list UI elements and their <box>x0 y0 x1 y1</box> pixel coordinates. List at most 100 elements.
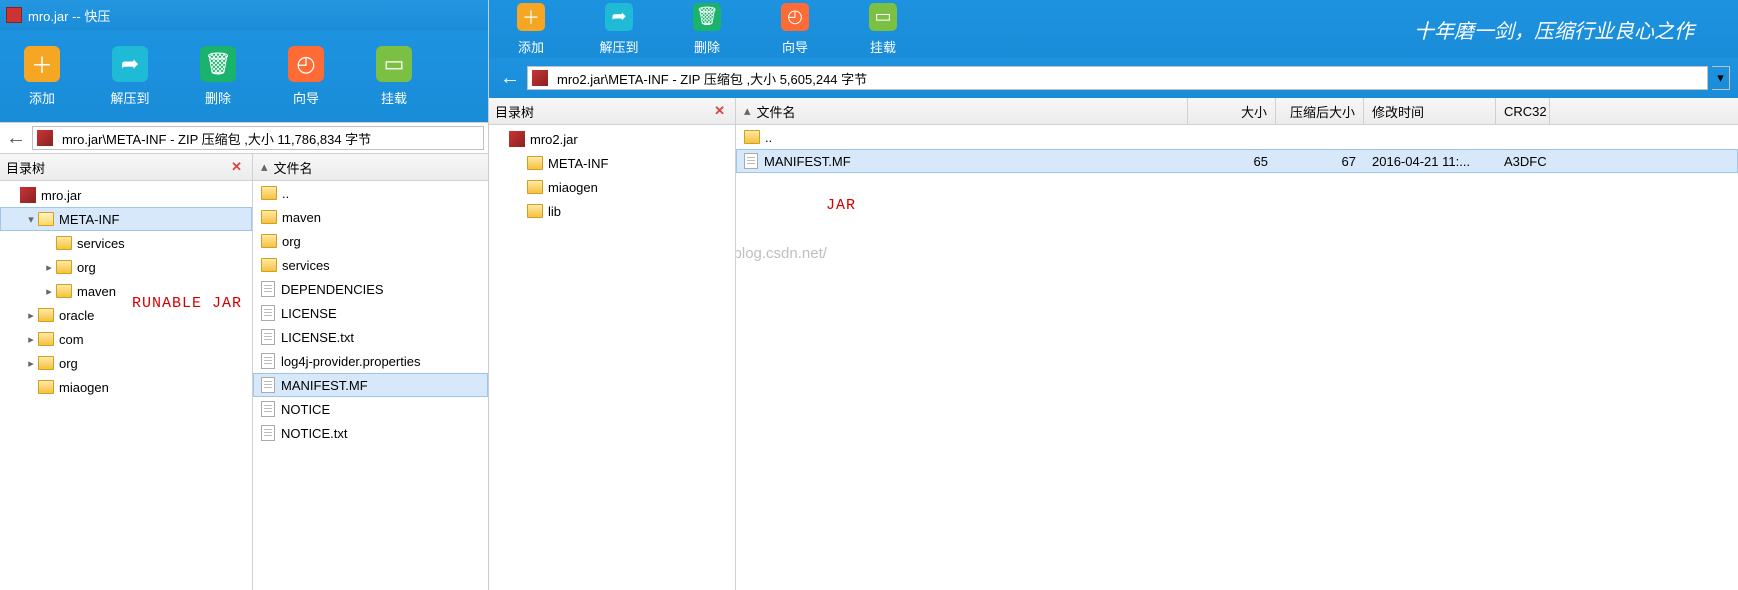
expand-toggle[interactable]: ▸ <box>42 285 56 298</box>
expand-toggle[interactable]: ▸ <box>24 357 38 370</box>
list-item[interactable]: DEPENDENCIES <box>253 277 488 301</box>
tree-item[interactable]: ▸ org <box>0 255 252 279</box>
file-name: log4j-provider.properties <box>281 354 420 369</box>
jar-icon <box>532 70 548 86</box>
tree-item[interactable]: lib <box>489 199 735 223</box>
window-left: mro.jar -- 快压 ＋添加 ➦解压到 🗑删除 ◴向导 ▭挂载 ← mro… <box>0 0 489 590</box>
list-item[interactable]: org <box>253 229 488 253</box>
list-item[interactable]: MANIFEST.MF65672016-04-21 11:...A3DFC <box>736 149 1738 173</box>
drive-icon: ▭ <box>376 46 412 82</box>
delete-button[interactable]: 🗑删除 <box>190 46 246 107</box>
file-modified: 2016-04-21 11:... <box>1364 154 1496 169</box>
add-button[interactable]: ＋添加 <box>14 46 70 107</box>
file-name: .. <box>765 130 772 145</box>
tree-item[interactable]: ▸ maven <box>0 279 252 303</box>
tree-item[interactable]: META-INF <box>489 151 735 175</box>
file-icon <box>261 329 275 345</box>
tree-item-label: org <box>77 260 96 275</box>
expand-toggle[interactable]: ▸ <box>24 333 38 346</box>
tree-item[interactable]: mro2.jar <box>489 127 735 151</box>
list-body[interactable]: .. maven org services DEPENDENCIES LICENSE LIC… <box>253 181 488 590</box>
close-tree-button[interactable]: ✕ <box>227 159 246 175</box>
address-input[interactable]: mro.jar\META-INF - ZIP 压缩包 ,大小 11,786,83… <box>32 126 484 150</box>
folder-icon <box>261 186 277 200</box>
tree-item[interactable]: ▾ META-INF <box>0 207 252 231</box>
close-tree-button[interactable]: ✕ <box>710 103 729 119</box>
wizard-button[interactable]: ◴向导 <box>278 46 334 107</box>
folder-open-icon <box>38 212 54 226</box>
list-item[interactable]: NOTICE.txt <box>253 421 488 445</box>
list-item[interactable]: NOTICE <box>253 397 488 421</box>
file-name: MANIFEST.MF <box>281 378 368 393</box>
sort-asc-icon[interactable]: ▴ <box>744 103 751 119</box>
list-item[interactable]: .. <box>736 125 1738 149</box>
list-header: ▴文件名 <box>253 154 488 181</box>
tree-item-label: META-INF <box>59 212 119 227</box>
folder-icon <box>38 380 54 394</box>
tree-item[interactable]: ▸org <box>0 351 252 375</box>
tree-item[interactable]: miaogen <box>0 375 252 399</box>
folder-icon <box>56 260 72 274</box>
tree-item-label: maven <box>77 284 116 299</box>
address-dropdown[interactable]: ▾ <box>1712 66 1730 90</box>
window-title: mro.jar -- 快压 <box>28 6 110 25</box>
folder-icon <box>527 156 543 170</box>
mount-button[interactable]: ▭挂载 <box>855 3 911 56</box>
add-button[interactable]: ＋添加 <box>503 3 559 56</box>
folder-icon <box>261 234 277 248</box>
list-item[interactable]: MANIFEST.MF <box>253 373 488 397</box>
plus-icon: ＋ <box>517 3 545 31</box>
expand-toggle[interactable]: ▸ <box>24 309 38 322</box>
titlebar[interactable]: mro.jar -- 快压 <box>0 0 488 30</box>
folder-icon <box>527 204 543 218</box>
address-bar: ← mro2.jar\META-INF - ZIP 压缩包 ,大小 5,605,… <box>489 58 1738 98</box>
tree-item[interactable]: services <box>0 231 252 255</box>
delete-button[interactable]: 🗑删除 <box>679 3 735 56</box>
tree-item[interactable]: ▸oracle <box>0 303 252 327</box>
wizard-button[interactable]: ◴向导 <box>767 3 823 56</box>
file-name: NOTICE.txt <box>281 426 347 441</box>
tree-header: 目录树 ✕ <box>489 98 735 125</box>
tree-item[interactable]: ▸com <box>0 327 252 351</box>
annotation-jar: JAR <box>826 197 856 214</box>
folder-icon <box>56 284 72 298</box>
list-item[interactable]: LICENSE.txt <box>253 325 488 349</box>
mount-button[interactable]: ▭挂载 <box>366 46 422 107</box>
jar-icon <box>37 130 53 146</box>
tree-body[interactable]: mro2.jarMETA-INFmiaogenlib <box>489 125 735 590</box>
tree-pane: 目录树 ✕ RUNABLE JAR mro.jar▾META-INFservic… <box>0 154 253 590</box>
tree-header: 目录树 ✕ <box>0 154 252 181</box>
toolbar: ＋添加 ➦解压到 🗑删除 ◴向导 ▭挂载 十年磨一剑，压缩行业良心之作 <box>489 0 1738 58</box>
trash-icon: 🗑 <box>693 3 721 31</box>
expand-toggle[interactable]: ▾ <box>24 213 38 226</box>
folder-icon <box>744 130 760 144</box>
list-item[interactable]: LICENSE <box>253 301 488 325</box>
file-packed-size: 67 <box>1276 154 1364 169</box>
file-name: NOTICE <box>281 402 330 417</box>
extract-button[interactable]: ➦解压到 <box>102 46 158 107</box>
compass-icon: ◴ <box>288 46 324 82</box>
back-button[interactable]: ← <box>4 126 28 150</box>
list-item[interactable]: services <box>253 253 488 277</box>
sort-asc-icon[interactable]: ▴ <box>261 159 268 175</box>
tree-item[interactable]: miaogen <box>489 175 735 199</box>
jar-icon <box>509 131 525 147</box>
file-name: .. <box>282 186 289 201</box>
tree-item[interactable]: mro.jar <box>0 183 252 207</box>
file-list-pane: ▴文件名 大小 压缩后大小 修改时间 CRC32 ..MANIFEST.MF65… <box>736 98 1738 590</box>
back-button[interactable]: ← <box>497 66 523 90</box>
file-icon <box>261 425 275 441</box>
list-item[interactable]: .. <box>253 181 488 205</box>
list-item[interactable]: log4j-provider.properties <box>253 349 488 373</box>
address-input[interactable]: mro2.jar\META-INF - ZIP 压缩包 ,大小 5,605,24… <box>527 66 1708 90</box>
list-body[interactable]: .. MANIFEST.MF65672016-04-21 11:...A3DFC J… <box>736 125 1738 590</box>
file-name: maven <box>282 210 321 225</box>
list-item[interactable]: maven <box>253 205 488 229</box>
file-name: LICENSE <box>281 306 337 321</box>
expand-toggle[interactable]: ▸ <box>42 261 56 274</box>
file-name: org <box>282 234 301 249</box>
file-name: DEPENDENCIES <box>281 282 384 297</box>
folder-icon <box>261 258 277 272</box>
extract-button[interactable]: ➦解压到 <box>591 3 647 56</box>
tree-body[interactable]: RUNABLE JAR mro.jar▾META-INFservices▸org… <box>0 181 252 590</box>
